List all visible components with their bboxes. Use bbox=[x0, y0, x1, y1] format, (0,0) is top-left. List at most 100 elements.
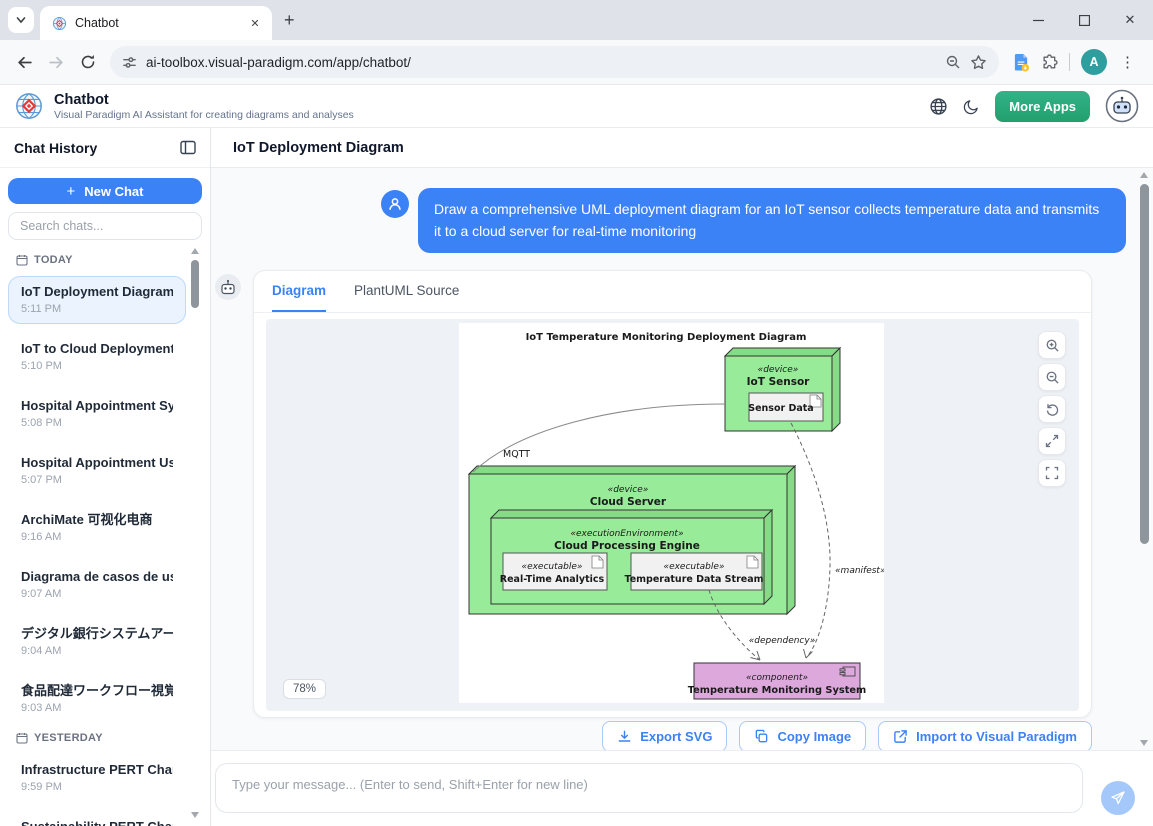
new-chat-button[interactable]: + New Chat bbox=[8, 178, 202, 204]
bookmark-star-icon[interactable] bbox=[970, 54, 987, 71]
fit-to-screen-button[interactable] bbox=[1038, 427, 1066, 455]
svg-text:Cloud Processing Engine: Cloud Processing Engine bbox=[554, 540, 700, 552]
copy-image-button[interactable]: Copy Image bbox=[739, 721, 866, 750]
svg-text:MQTT: MQTT bbox=[503, 449, 530, 460]
zoom-level-badge: 78% bbox=[283, 679, 326, 699]
chat-history-item[interactable]: Hospital Appointment Use C... 5:07 PM bbox=[8, 447, 186, 495]
header-actions: More Apps bbox=[929, 89, 1139, 123]
chatbot-avatar-icon[interactable] bbox=[1105, 89, 1139, 123]
window-minimize-button[interactable] bbox=[1015, 0, 1061, 40]
scrollbar-thumb[interactable] bbox=[191, 260, 199, 308]
chat-scroll-area: Draw a comprehensive UML deployment diag… bbox=[211, 168, 1153, 750]
section-label-yesterday: YESTERDAY bbox=[16, 732, 186, 744]
chat-list: TODAY IoT Deployment Diagram 5:11 PM IoT… bbox=[0, 240, 210, 826]
svg-text:IoT Sensor: IoT Sensor bbox=[747, 376, 811, 388]
svg-text:«dependency»: «dependency» bbox=[749, 636, 816, 646]
artifact-real-time-analytics: «executable» Real-Time Analytics bbox=[500, 553, 607, 590]
chat-history-item[interactable]: デジタル銀行システムアーキ... 9:04 AM bbox=[8, 618, 186, 666]
chat-history-item[interactable]: Hospital Appointment System 5:08 PM bbox=[8, 390, 186, 438]
browser-menu-icon[interactable]: ⋮ bbox=[1118, 53, 1137, 71]
app-header: Chatbot Visual Paradigm AI Assistant for… bbox=[0, 85, 1153, 128]
search-chats-input[interactable] bbox=[8, 212, 202, 240]
site-settings-icon[interactable] bbox=[122, 55, 137, 70]
chat-history-item[interactable]: Diagrama de casos de uso bi... 9:07 AM bbox=[8, 561, 186, 609]
back-button[interactable] bbox=[8, 46, 40, 78]
chat-history-item[interactable]: 食品配達ワークフロー視覚化 9:03 AM bbox=[8, 675, 186, 723]
app-title: Chatbot bbox=[54, 92, 919, 108]
external-link-icon bbox=[893, 729, 908, 744]
chat-history-item[interactable]: Sustainability PERT Chart 9:58 PM bbox=[8, 811, 186, 826]
docs-extension-icon[interactable] bbox=[1013, 53, 1030, 72]
chat-history-item[interactable]: IoT to Cloud Deployment 5:10 PM bbox=[8, 333, 186, 381]
download-icon bbox=[617, 729, 632, 744]
page-title: IoT Deployment Diagram bbox=[211, 128, 1153, 168]
scroll-down-arrow[interactable] bbox=[1140, 740, 1148, 746]
import-to-visual-paradigm-button[interactable]: Import to Visual Paradigm bbox=[878, 721, 1092, 750]
zoom-in-button[interactable] bbox=[1038, 331, 1066, 359]
reset-view-button[interactable] bbox=[1038, 395, 1066, 423]
new-tab-button[interactable]: + bbox=[284, 11, 295, 29]
app-subtitle: Visual Paradigm AI Assistant for creatin… bbox=[54, 109, 919, 121]
node-cloud-processing-engine: «executionEnvironment» Cloud Processing … bbox=[491, 510, 772, 604]
tab-diagram[interactable]: Diagram bbox=[272, 271, 326, 312]
chevron-down-icon bbox=[15, 14, 27, 26]
tab-close-icon[interactable]: ✕ bbox=[246, 14, 264, 32]
scroll-up-arrow[interactable] bbox=[1140, 172, 1148, 178]
browser-tab-strip: Chatbot ✕ + ✕ bbox=[0, 0, 1153, 40]
chat-history-item[interactable]: Infrastructure PERT Chart 9:59 PM bbox=[8, 754, 186, 802]
tab-search-button[interactable] bbox=[8, 7, 34, 33]
site-favicon bbox=[52, 16, 67, 31]
bot-message-row: Diagram PlantUML Source IoT Temperature … bbox=[211, 270, 1153, 750]
export-svg-button[interactable]: Export SVG bbox=[602, 721, 727, 750]
diagram-title: IoT Temperature Monitoring Deployment Di… bbox=[526, 332, 807, 343]
message-input[interactable] bbox=[215, 763, 1083, 813]
svg-text:Temperature Monitoring System: Temperature Monitoring System bbox=[688, 685, 867, 696]
chat-history-item[interactable]: ArchiMate 可视化电商 9:16 AM bbox=[8, 504, 186, 552]
fullscreen-button[interactable] bbox=[1038, 459, 1066, 487]
send-button[interactable] bbox=[1101, 781, 1135, 815]
dark-mode-moon-icon[interactable] bbox=[963, 98, 980, 115]
node-temperature-monitoring-system: «component» Temperature Monitoring Syste… bbox=[688, 663, 867, 699]
bot-avatar-icon bbox=[215, 274, 241, 300]
user-message-bubble: Draw a comprehensive UML deployment diag… bbox=[418, 188, 1126, 253]
diagram-zoom-controls bbox=[1038, 331, 1066, 487]
address-bar[interactable]: ai-toolbox.visual-paradigm.com/app/chatb… bbox=[110, 46, 999, 78]
svg-text:«manifest»: «manifest» bbox=[835, 566, 884, 576]
diagram-viewport[interactable]: IoT Temperature Monitoring Deployment Di… bbox=[266, 319, 1079, 711]
svg-text:«device»: «device» bbox=[758, 365, 799, 375]
node-iot-sensor: «device» IoT Sensor Sensor Data bbox=[725, 348, 840, 431]
toolbar-right-cluster: A ⋮ bbox=[1005, 49, 1145, 75]
zoom-out-page-icon[interactable] bbox=[945, 54, 961, 70]
new-chat-label: New Chat bbox=[84, 184, 143, 199]
chat-history-sidebar: Chat History + New Chat TODAY IoT Deploy… bbox=[0, 128, 211, 826]
sidebar-heading: Chat History bbox=[14, 140, 97, 156]
svg-text:Temperature Data Stream: Temperature Data Stream bbox=[624, 574, 763, 585]
scrollbar-thumb[interactable] bbox=[1140, 184, 1149, 544]
plus-icon: + bbox=[67, 183, 76, 200]
browser-toolbar: ai-toolbox.visual-paradigm.com/app/chatb… bbox=[0, 40, 1153, 85]
window-maximize-button[interactable] bbox=[1061, 0, 1107, 40]
main-scrollbar[interactable] bbox=[1139, 172, 1149, 746]
url-text[interactable]: ai-toolbox.visual-paradigm.com/app/chatb… bbox=[146, 55, 936, 70]
profile-avatar[interactable]: A bbox=[1081, 49, 1107, 75]
scroll-down-arrow[interactable] bbox=[191, 812, 199, 818]
chat-history-item[interactable]: IoT Deployment Diagram 5:11 PM bbox=[8, 276, 186, 324]
language-globe-icon[interactable] bbox=[929, 97, 948, 116]
more-apps-button[interactable]: More Apps bbox=[995, 91, 1090, 122]
card-tabs: Diagram PlantUML Source bbox=[254, 271, 1091, 313]
scroll-up-arrow[interactable] bbox=[191, 248, 199, 254]
extensions-puzzle-icon[interactable] bbox=[1041, 54, 1058, 71]
edge-mqtt: MQTT bbox=[473, 404, 725, 472]
svg-text:«executionEnvironment»: «executionEnvironment» bbox=[570, 529, 683, 539]
collapse-panel-icon[interactable] bbox=[180, 140, 196, 155]
reload-button[interactable] bbox=[72, 46, 104, 78]
svg-text:Cloud Server: Cloud Server bbox=[590, 496, 667, 508]
svg-text:«executable»: «executable» bbox=[522, 562, 583, 572]
browser-tab[interactable]: Chatbot ✕ bbox=[40, 6, 272, 40]
forward-button[interactable] bbox=[40, 46, 72, 78]
tab-plantuml-source[interactable]: PlantUML Source bbox=[354, 271, 459, 312]
zoom-out-button[interactable] bbox=[1038, 363, 1066, 391]
window-close-button[interactable]: ✕ bbox=[1107, 0, 1153, 40]
sidebar-scrollbar[interactable] bbox=[190, 248, 199, 818]
diagram-actions: Export SVG Copy Image Import to Visual P… bbox=[253, 721, 1092, 750]
